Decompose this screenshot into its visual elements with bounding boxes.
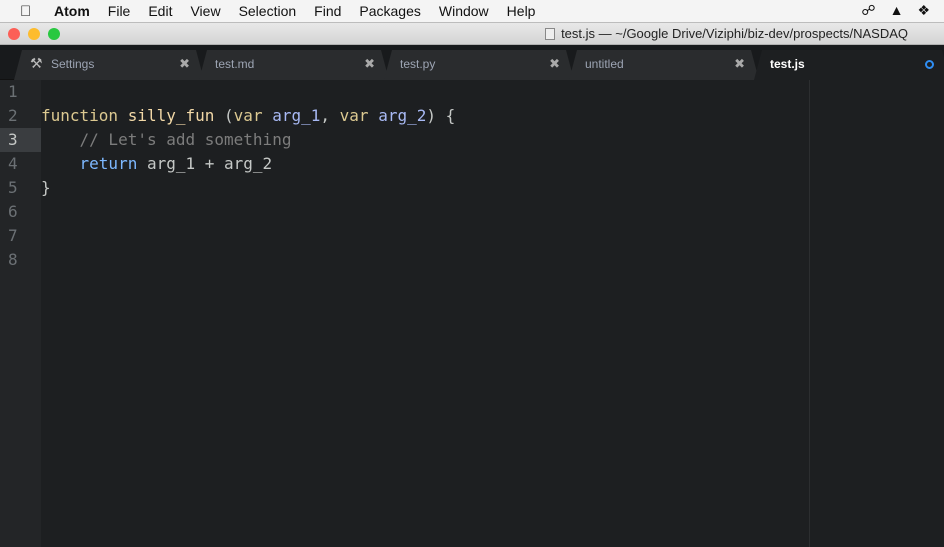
code-line-4: return arg_1 + arg_2 (41, 152, 273, 176)
tools-icon: ⚒ (30, 55, 43, 71)
line-number: 6 (8, 202, 18, 221)
window-title: test.js — ~/Google Drive/Viziphi/biz-dev… (545, 26, 908, 41)
code-line-2: function silly_fun (var arg_1, var arg_2… (41, 104, 455, 128)
minimize-window-button[interactable] (28, 28, 40, 40)
menu-edit[interactable]: Edit (148, 3, 172, 19)
modified-indicator-icon[interactable] (925, 60, 934, 69)
line-number: 1 (8, 82, 18, 101)
menu-find[interactable]: Find (314, 3, 341, 19)
menu-packages[interactable]: Packages (359, 3, 420, 19)
tab-settings[interactable]: ⚒ Settings ✖ (14, 50, 204, 80)
menu-selection[interactable]: Selection (239, 3, 297, 19)
apple-icon[interactable]:  (20, 3, 38, 20)
close-tab-icon[interactable]: ✖ (734, 56, 745, 72)
google-drive-icon[interactable]: ▲ (890, 2, 904, 19)
expression: arg_1 + arg_2 (137, 154, 273, 173)
close-tab-icon[interactable]: ✖ (364, 56, 375, 72)
tab-label: test.js (770, 57, 805, 71)
keyword: function (41, 106, 119, 125)
window-title-text: test.js — ~/Google Drive/Viziphi/biz-dev… (561, 26, 908, 41)
line-number: 4 (8, 154, 18, 173)
tab-label: test.md (215, 57, 255, 71)
punctuation: ) { (426, 106, 456, 125)
close-tab-icon[interactable]: ✖ (549, 56, 560, 72)
title-bar: test.js — ~/Google Drive/Viziphi/biz-dev… (0, 22, 944, 45)
line-number: 2 (8, 106, 18, 125)
code-line-3-comment: // Let's add something (41, 130, 292, 149)
menu-app[interactable]: Atom (54, 3, 90, 19)
punctuation: , (320, 106, 340, 125)
menu-help[interactable]: Help (507, 3, 536, 19)
keyword: return (79, 154, 138, 173)
close-tab-icon[interactable]: ✖ (179, 56, 190, 72)
menu-bar:  Atom File Edit View Selection Find Pac… (0, 0, 944, 22)
code-line-5: } (41, 178, 51, 197)
menu-file[interactable]: File (108, 3, 131, 19)
line-number-gutter: 1 2 3 4 5 6 7 8 (0, 80, 41, 547)
parameter: arg_2 (378, 106, 427, 125)
zoom-window-button[interactable] (48, 28, 60, 40)
tab-label: Settings (51, 57, 95, 71)
line-number: 7 (8, 226, 18, 245)
tab-untitled[interactable]: untitled ✖ (569, 50, 759, 80)
tab-test-py[interactable]: test.py ✖ (384, 50, 574, 80)
tab-label: test.py (400, 57, 436, 71)
keyword: var (233, 106, 263, 125)
line-number: 5 (8, 178, 18, 197)
creative-cloud-icon[interactable]: ☍ (861, 2, 875, 19)
punctuation: ( (214, 106, 234, 125)
document-icon (545, 27, 556, 40)
parameter: arg_1 (272, 106, 321, 125)
tab-test-js[interactable]: test.js (754, 50, 944, 80)
menu-window[interactable]: Window (439, 3, 489, 19)
current-line-number: 3 (0, 128, 41, 152)
function-name: silly_fun (127, 106, 215, 125)
keyword: var (339, 106, 369, 125)
tab-test-md[interactable]: test.md ✖ (199, 50, 389, 80)
dropbox-icon[interactable]: ❖ (917, 2, 930, 19)
close-window-button[interactable] (8, 28, 20, 40)
menu-view[interactable]: View (190, 3, 220, 19)
tab-bar: ⚒ Settings ✖ test.md ✖ test.py ✖ untitle… (0, 45, 944, 80)
code-editor[interactable]: function silly_fun (var arg_1, var arg_2… (41, 80, 944, 547)
line-number: 8 (8, 250, 18, 269)
tab-label: untitled (585, 57, 624, 71)
